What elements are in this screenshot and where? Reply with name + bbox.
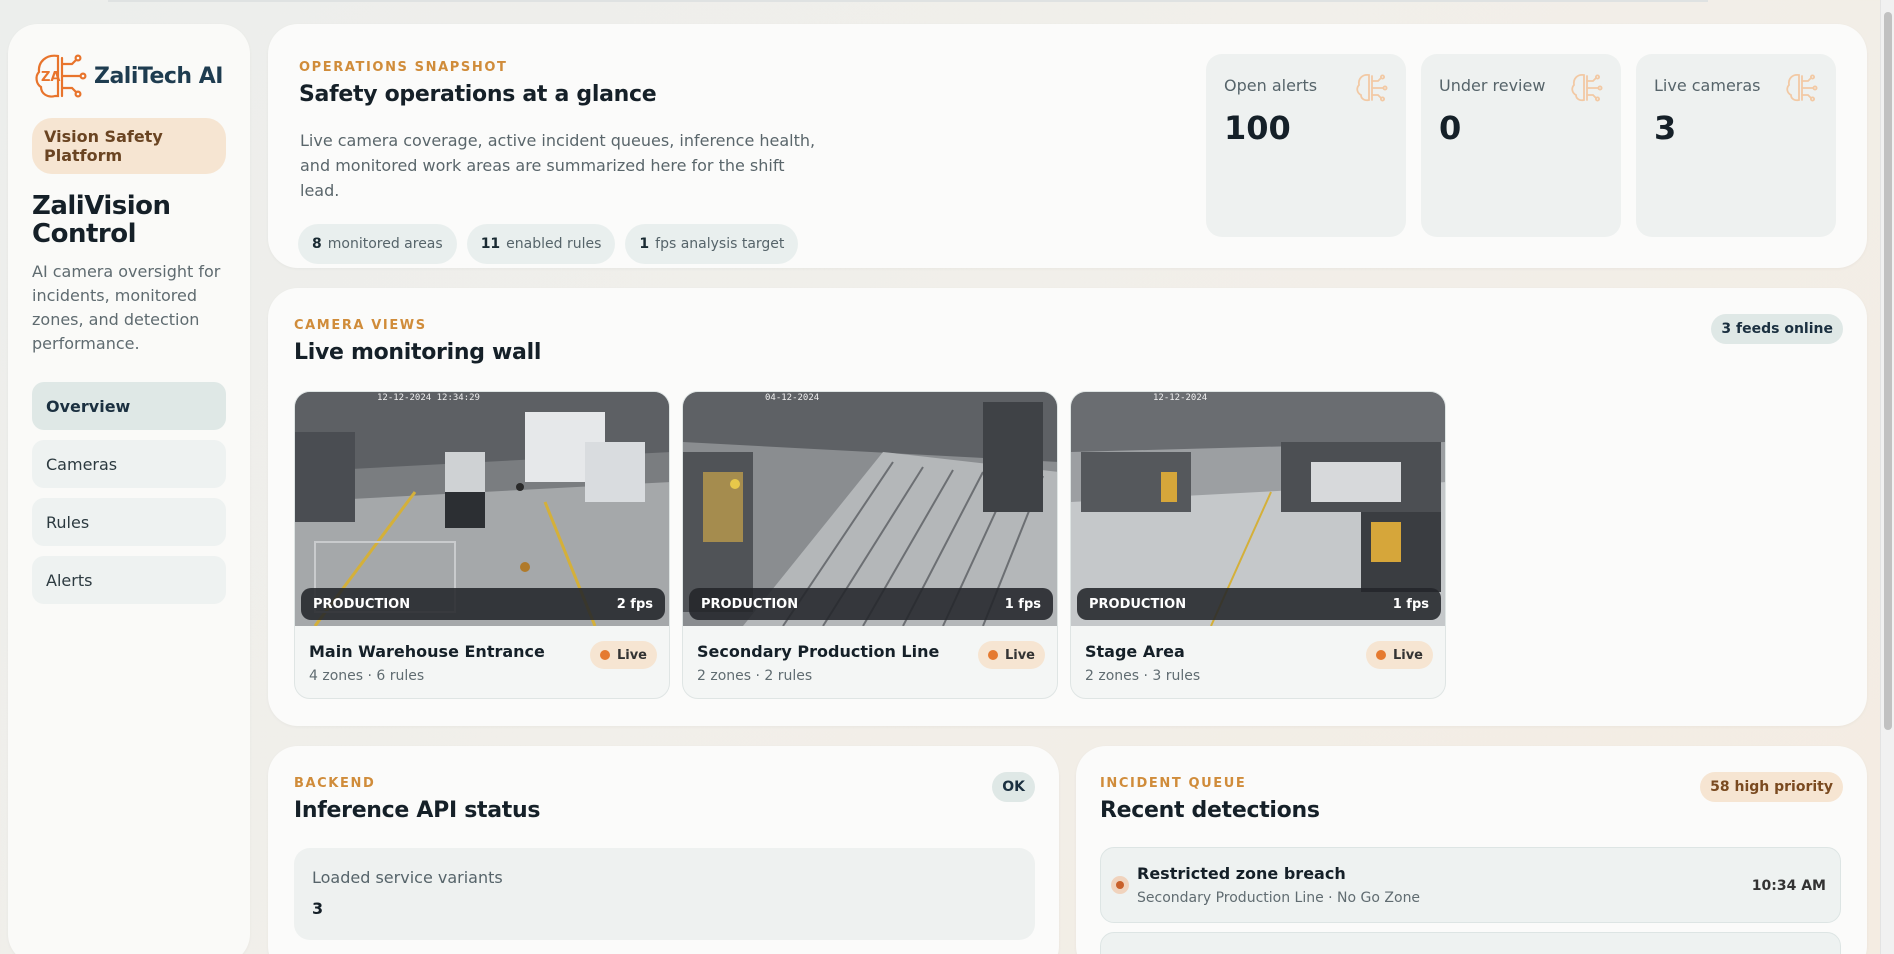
live-badge: Live bbox=[977, 641, 1045, 669]
camera-card-stage-area[interactable]: 12-12-2024 PRODUCTION 1 fps Stage Area 2… bbox=[1070, 391, 1446, 699]
live-dot-icon bbox=[599, 650, 610, 660]
stat-value: 0 bbox=[1439, 109, 1462, 147]
app-description: AI camera oversight for incidents, monit… bbox=[32, 262, 221, 353]
camera-feed[interactable]: 12-12-2024 PRODUCTION 1 fps bbox=[1071, 392, 1445, 626]
live-monitoring-wall: CAMERA VIEWS Live monitoring wall 3 feed… bbox=[268, 288, 1867, 726]
snapshot-description: Live camera coverage, active incident qu… bbox=[300, 131, 816, 200]
service-variants-label: Loaded service variants bbox=[312, 868, 503, 887]
camera-meta: 2 zones · 2 rules bbox=[697, 668, 813, 684]
camera-overlay-bar: PRODUCTION 1 fps bbox=[1077, 588, 1441, 620]
stat-value: 3 bbox=[1654, 109, 1677, 147]
app-title: ZaliVision Control bbox=[32, 191, 171, 249]
high-priority-badge: 58 high priority bbox=[1700, 772, 1843, 802]
wall-title: Live monitoring wall bbox=[294, 340, 542, 365]
chip-label: monitored areas bbox=[327, 236, 443, 252]
snapshot-chips: 8 monitored areas 11 enabled rules 1 fps an… bbox=[298, 224, 799, 264]
queue-title: Recent detections bbox=[1100, 798, 1320, 823]
camera-meta: 2 zones · 3 rules bbox=[1085, 668, 1201, 684]
backend-eyebrow: BACKEND bbox=[294, 776, 376, 791]
chip-monitored-areas: 8 monitored areas bbox=[298, 224, 457, 264]
camera-area: PRODUCTION bbox=[313, 596, 411, 612]
stat-value: 100 bbox=[1224, 109, 1291, 147]
chip-enabled-rules: 11 enabled rules bbox=[466, 224, 616, 264]
detection-time: 10:34 AM bbox=[1751, 878, 1826, 894]
camera-feed[interactable]: 04-12-2024 PRODUCTION 1 fps bbox=[683, 392, 1057, 626]
camera-area: PRODUCTION bbox=[1089, 596, 1187, 612]
live-dot-icon bbox=[1375, 650, 1386, 660]
chip-label: fps analysis target bbox=[655, 236, 785, 252]
detection-source: Secondary Production Line · No Go Zone bbox=[1137, 890, 1421, 906]
camera-fps: 1 fps bbox=[1392, 596, 1429, 612]
chip-value: 8 bbox=[312, 236, 322, 252]
operations-snapshot-card: OPERATIONS SNAPSHOT Safety operations at… bbox=[268, 24, 1867, 268]
detection-title: Restricted zone breach bbox=[1137, 864, 1346, 883]
chip-value: 11 bbox=[480, 236, 501, 252]
camera-overlay-bar: PRODUCTION 2 fps bbox=[301, 588, 665, 620]
stat-open-alerts[interactable]: Open alerts 100 bbox=[1206, 54, 1406, 237]
camera-card-secondary-production[interactable]: 04-12-2024 PRODUCTION 1 fps Secondary Pr… bbox=[682, 391, 1058, 699]
severity-dot-icon bbox=[1111, 876, 1129, 894]
nav-item-cameras[interactable]: Cameras bbox=[32, 440, 226, 488]
camera-feed[interactable]: 12-12-2024 12:34:29 PRODUCTION 2 fps bbox=[295, 392, 669, 626]
brand-name: ZaliTech AI bbox=[94, 63, 223, 89]
nav-item-rules[interactable]: Rules bbox=[32, 498, 226, 546]
service-variants-value: 3 bbox=[312, 899, 324, 918]
camera-timestamp: 12-12-2024 bbox=[1153, 393, 1208, 403]
camera-name: Main Warehouse Entrance bbox=[309, 642, 545, 661]
page-scrollbar[interactable] bbox=[1880, 0, 1894, 954]
chip-fps-target: 1 fps analysis target bbox=[625, 224, 799, 264]
detection-item[interactable]: Restricted zone breach Secondary Product… bbox=[1100, 847, 1841, 923]
sidebar: ZA ZaliTech AI Vision Safety Platform Za… bbox=[8, 24, 250, 954]
camera-card-main-warehouse[interactable]: 12-12-2024 12:34:29 PRODUCTION 2 fps Mai… bbox=[294, 391, 670, 699]
chip-label: enabled rules bbox=[506, 236, 602, 252]
live-label: Live bbox=[1392, 647, 1423, 663]
chip-value: 1 bbox=[639, 236, 650, 252]
wall-eyebrow: CAMERA VIEWS bbox=[294, 318, 427, 333]
incident-queue-card: INCIDENT QUEUE Recent detections 58 high… bbox=[1076, 746, 1867, 954]
camera-timestamp: 12-12-2024 12:34:29 bbox=[377, 393, 480, 403]
camera-fps: 2 fps bbox=[616, 596, 653, 612]
stat-under-review[interactable]: Under review 0 bbox=[1421, 54, 1621, 237]
brand-logo[interactable]: ZA ZaliTech AI bbox=[32, 50, 226, 102]
browser-top-edge bbox=[108, 0, 1708, 2]
sidebar-nav: Overview Cameras Rules Alerts bbox=[32, 382, 226, 604]
backend-title: Inference API status bbox=[294, 798, 541, 823]
camera-name: Stage Area bbox=[1085, 642, 1185, 661]
platform-badge: Vision Safety Platform bbox=[32, 118, 226, 174]
inference-api-card: BACKEND Inference API status OK Loaded s… bbox=[268, 746, 1059, 954]
snapshot-eyebrow: OPERATIONS SNAPSHOT bbox=[299, 60, 508, 75]
queue-eyebrow: INCIDENT QUEUE bbox=[1100, 776, 1247, 791]
nav-item-overview[interactable]: Overview bbox=[32, 382, 226, 430]
live-label: Live bbox=[616, 647, 647, 663]
nav-item-alerts[interactable]: Alerts bbox=[32, 556, 226, 604]
camera-area: PRODUCTION bbox=[701, 596, 799, 612]
stat-live-cameras[interactable]: Live cameras 3 bbox=[1636, 54, 1836, 237]
camera-name: Secondary Production Line bbox=[697, 642, 940, 661]
feeds-online-badge: 3 feeds online bbox=[1711, 314, 1843, 344]
logo-monogram: ZA bbox=[41, 70, 61, 85]
brain-icon bbox=[1356, 73, 1388, 102]
scrollbar-thumb[interactable] bbox=[1884, 12, 1892, 730]
camera-overlay-bar: PRODUCTION 1 fps bbox=[689, 588, 1053, 620]
camera-fps: 1 fps bbox=[1004, 596, 1041, 612]
zalitech-logo-icon: ZA bbox=[35, 54, 87, 98]
api-status-badge: OK bbox=[992, 772, 1035, 802]
live-dot-icon bbox=[987, 650, 998, 660]
camera-meta: 4 zones · 6 rules bbox=[309, 668, 425, 684]
snapshot-title: Safety operations at a glance bbox=[299, 82, 657, 107]
detection-item[interactable] bbox=[1100, 932, 1841, 954]
camera-timestamp: 04-12-2024 bbox=[765, 393, 820, 403]
brain-icon bbox=[1786, 73, 1818, 102]
live-badge: Live bbox=[589, 641, 657, 669]
brain-icon bbox=[1571, 73, 1603, 102]
live-label: Live bbox=[1004, 647, 1035, 663]
service-variants-box: Loaded service variants 3 bbox=[294, 848, 1035, 940]
live-badge: Live bbox=[1365, 641, 1433, 669]
